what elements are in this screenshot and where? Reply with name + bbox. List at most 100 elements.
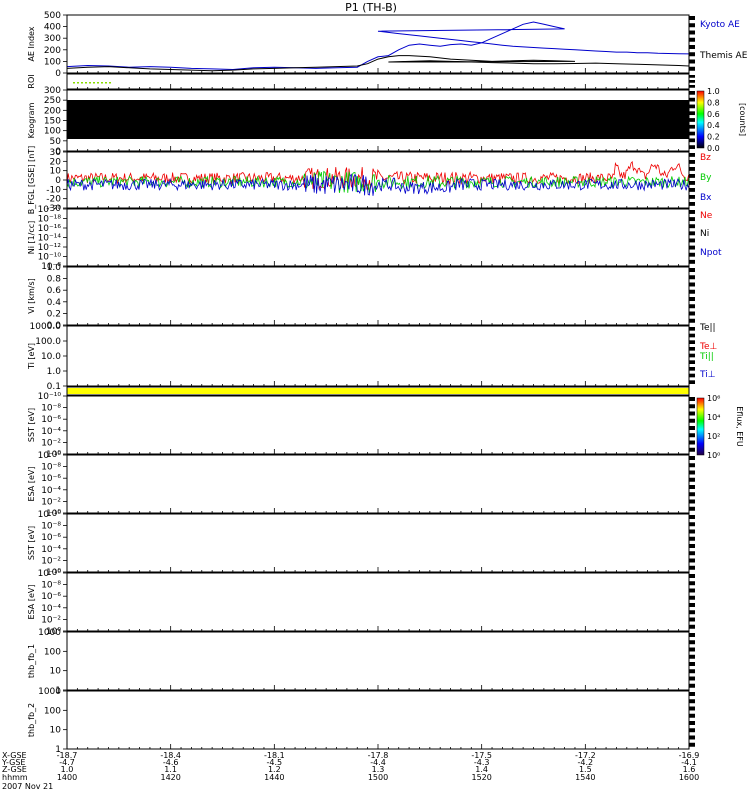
roi-mark	[105, 82, 107, 84]
right-tick	[689, 470, 695, 475]
y-tick-label: 10⁻²	[41, 438, 61, 448]
roi-mark	[89, 82, 91, 84]
ylabel-roi: ROI	[27, 74, 36, 88]
y-tick-label: 10⁻⁶	[41, 533, 61, 543]
ylabel-esa1: ESA [eV]	[27, 467, 36, 502]
y-tick-label: 10⁻⁸	[41, 522, 61, 532]
ylabel-fb2: thb_fb_2	[27, 703, 36, 737]
right-tick	[689, 268, 695, 272]
right-tick	[689, 463, 695, 468]
themis-summary-plot: P1 (TH-B) 010020030040050005010015020025…	[1, 1, 748, 791]
right-tick	[689, 275, 695, 280]
y-tick-label: 10⁻¹⁶	[38, 224, 62, 234]
y-tick-label: 10	[50, 726, 62, 736]
x-axis: X-GSE -18.7 -18.4 -18.1 -17.8 -17.5 -17.2 -16.9…	[1, 751, 699, 791]
right-tick	[689, 347, 695, 351]
right-tick	[689, 367, 695, 371]
y-tick-label: 10⁻⁶	[41, 592, 61, 602]
right-tick	[689, 111, 695, 116]
right-tick	[689, 353, 695, 358]
right-tick	[689, 97, 695, 102]
right-tick	[689, 633, 695, 637]
right-tick	[689, 124, 695, 129]
panel-frame-sst2	[66, 513, 690, 573]
roi-mark	[73, 82, 75, 84]
right-tick	[689, 669, 695, 674]
y-tick-label: 30	[50, 148, 62, 158]
right-tick	[689, 647, 695, 652]
right-tick	[689, 80, 695, 83]
y-tick-label: 10⁻⁴	[41, 604, 61, 614]
right-tick	[689, 662, 695, 666]
right-tick	[689, 131, 695, 136]
colorbar-tick: 10⁰	[707, 451, 720, 460]
right-tick	[689, 603, 695, 607]
ylabel-sst1: SST [eV]	[27, 408, 36, 442]
y-tick-label: 10⁻⁴	[41, 486, 61, 496]
colorbar-tick: 0.0	[707, 144, 720, 153]
right-tick	[689, 544, 695, 548]
right-tick	[689, 551, 695, 556]
y-tick-label: 10⁻¹⁰	[38, 569, 62, 579]
xaxis-row-label: hhmm	[2, 773, 28, 782]
mode-bar	[67, 388, 689, 394]
colorbar-label: Eflux, EFU	[735, 406, 744, 447]
y-tick-label: 10⁻²	[41, 615, 61, 625]
right-tick	[689, 683, 695, 688]
panel-frame-esa2	[66, 572, 690, 632]
right-tick	[689, 252, 695, 257]
right-tick	[689, 282, 695, 287]
roi-mark	[101, 82, 103, 84]
right-tick	[689, 16, 695, 20]
y-tick-label: 10⁻⁶	[41, 415, 61, 425]
right-tick	[689, 433, 695, 438]
y-tick-label: 1.0	[47, 367, 62, 377]
y-tick-label: 1000	[38, 628, 61, 638]
ylabel-vi: Vi [km/s]	[27, 278, 36, 314]
xaxis-row-value: 1440	[264, 773, 284, 782]
right-tick	[689, 259, 695, 264]
right-tick	[689, 85, 695, 88]
right-tick	[689, 174, 695, 178]
roi-mark	[81, 82, 83, 84]
right-tick	[689, 160, 695, 164]
roi-mark	[97, 82, 99, 84]
right-tick	[689, 529, 695, 534]
right-tick	[689, 59, 695, 64]
ylabel-ae: AE Index	[27, 26, 36, 61]
y-tick-label: 10	[50, 667, 62, 677]
y-tick-label: 10⁻¹⁰	[38, 253, 62, 263]
right-tick	[689, 499, 695, 504]
colorbar-tick: 0.2	[707, 133, 720, 142]
ylabel-bfgl: B_FGL [GSE] [nT]	[27, 146, 36, 215]
legend-ti: Ti||	[699, 352, 714, 362]
right-tick	[689, 304, 695, 309]
y-tick-label: 200	[44, 106, 61, 116]
right-tick	[689, 692, 695, 696]
ylabel-esa2: ESA [eV]	[27, 585, 36, 620]
y-tick-label: 10⁻⁸	[41, 404, 61, 414]
ae-series-line	[66, 21, 690, 71]
y-tick-label: 250	[44, 96, 61, 106]
right-tick	[689, 506, 695, 511]
y-tick-label: 100	[44, 127, 61, 137]
xaxis-row-value: 1540	[575, 773, 595, 782]
right-tick	[689, 676, 695, 681]
right-tick	[689, 153, 695, 157]
right-tick	[689, 224, 695, 229]
right-tick	[689, 52, 695, 57]
right-tick	[689, 297, 695, 301]
colorbar-tick: 10⁴	[707, 413, 720, 422]
y-tick-label: 0.6	[47, 286, 62, 296]
right-tick	[689, 617, 695, 622]
y-tick-label: 0	[55, 176, 61, 186]
right-tick	[689, 699, 695, 704]
legend-bfgl: By	[700, 173, 712, 183]
panel-frame-ni	[66, 208, 690, 267]
legend-ni: Npot	[700, 248, 722, 258]
y-tick-label: 0.1	[47, 382, 61, 392]
y-tick-label: 10⁻²	[41, 556, 61, 566]
panel-frame-ae	[66, 14, 690, 74]
right-tick	[689, 181, 695, 185]
right-tick	[689, 289, 695, 294]
